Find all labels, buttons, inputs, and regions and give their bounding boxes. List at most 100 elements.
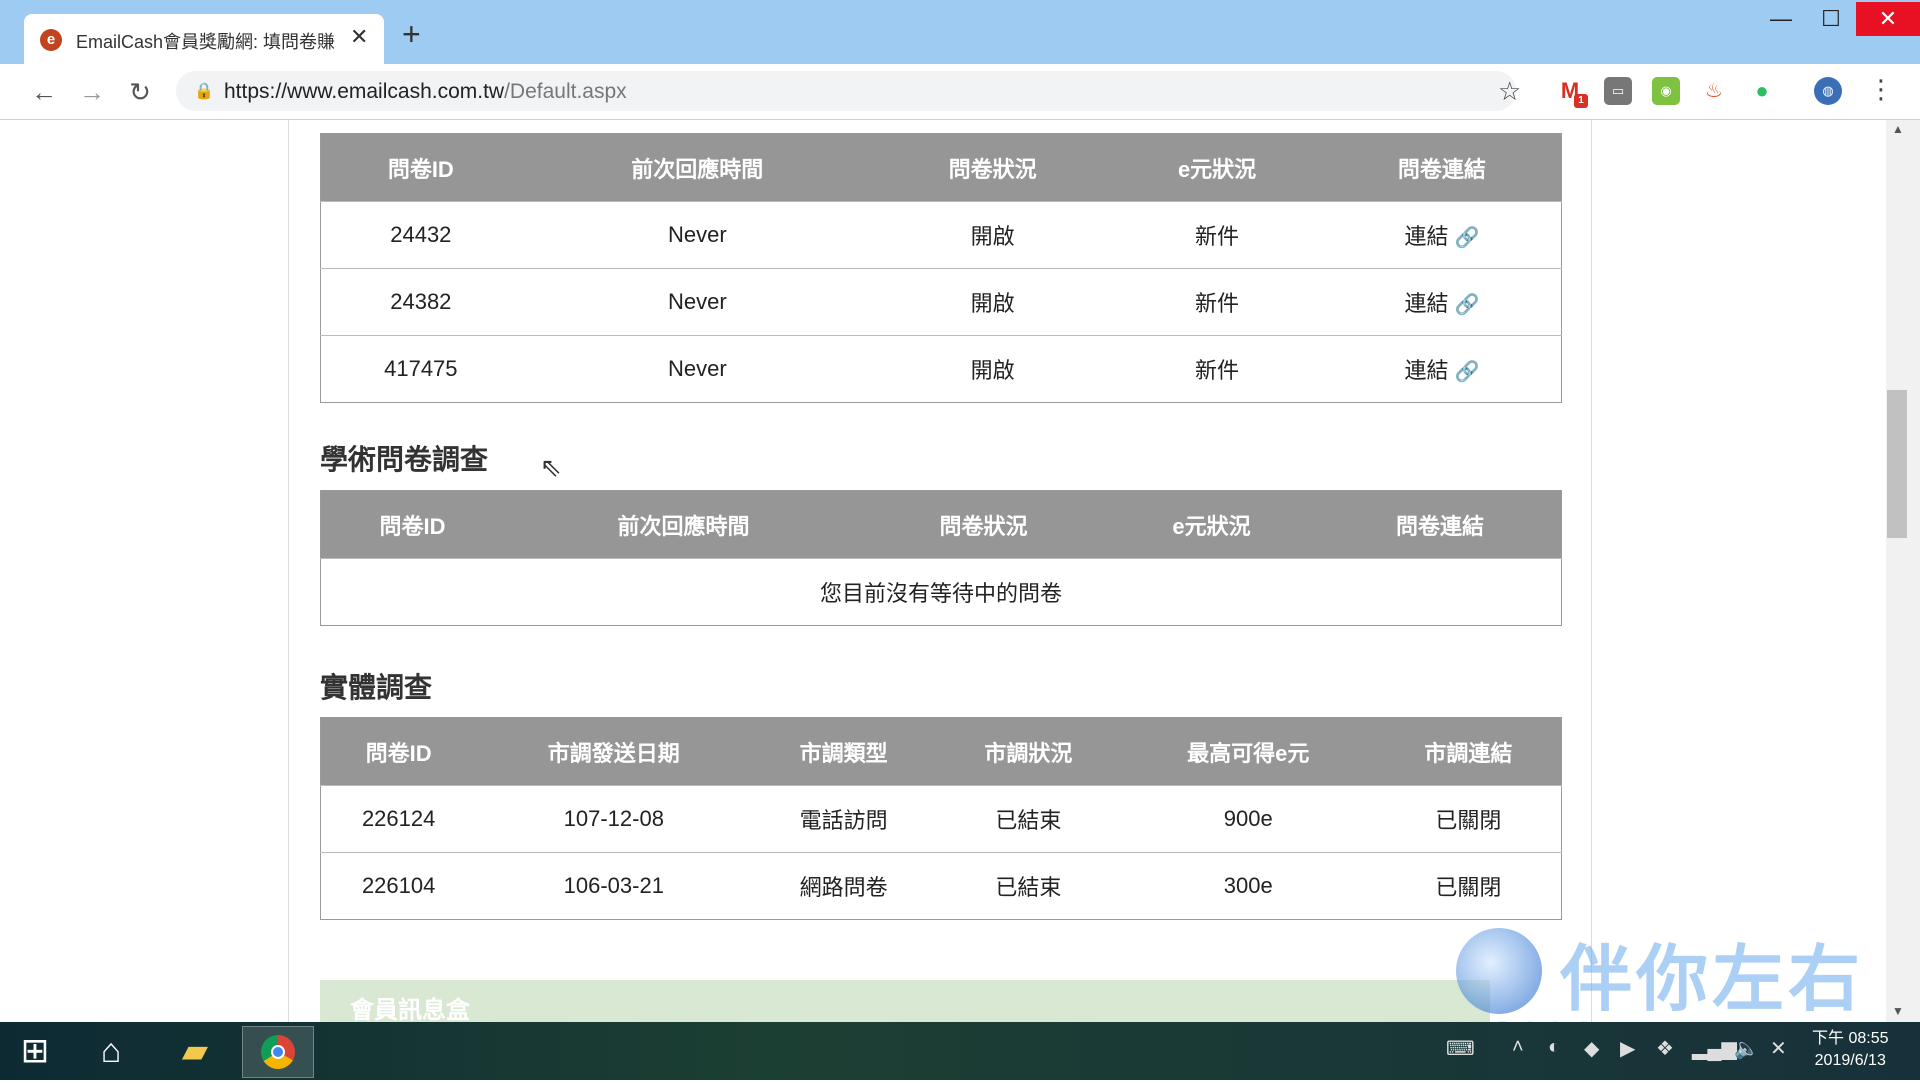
scrollbar-thumb[interactable] <box>1887 390 1907 538</box>
survey-table: 問卷ID 前次回應時間 問卷狀況 e元狀況 問卷連結 24432 Never 開… <box>320 133 1562 403</box>
last-response: Never <box>520 201 874 269</box>
scroll-up-icon[interactable]: ▲ <box>1892 122 1904 136</box>
survey-link-cell[interactable]: 連結 🔗 <box>1322 268 1562 336</box>
survey-status: 已結束 <box>936 785 1121 853</box>
profile-avatar-icon[interactable]: ◍ <box>1814 77 1842 105</box>
link-icon[interactable]: 🔗 <box>1454 292 1479 317</box>
content-border-left <box>288 120 289 1022</box>
url-text[interactable]: https://www.emailcash.com.tw/Default.asp… <box>224 80 627 104</box>
survey-type: 電話訪問 <box>751 785 937 853</box>
browser-toolbar: ← → ↻ 🔒 https://www.emailcash.com.tw/Def… <box>0 64 1920 120</box>
active-tab[interactable]: e EmailCash會員獎勵網: 填問卷賺 ✕ <box>24 14 384 64</box>
link-icon[interactable]: 🔗 <box>1454 225 1479 250</box>
col-header: 問卷連結 <box>1319 490 1562 559</box>
max-ecash: 300e <box>1120 852 1376 920</box>
file-explorer-icon[interactable]: ▰ <box>160 1026 230 1076</box>
col-header: 問卷連結 <box>1322 133 1562 202</box>
survey-status: 開啟 <box>873 268 1112 336</box>
start-windows-icon[interactable]: ⊞ <box>0 1026 70 1076</box>
gmail-badge: 1 <box>1574 94 1588 108</box>
ecash-status: 新件 <box>1111 201 1323 269</box>
ecash-status: 新件 <box>1111 335 1323 403</box>
survey-link-cell[interactable]: 連結 🔗 <box>1322 335 1562 403</box>
col-header: 最高可得e元 <box>1120 717 1376 786</box>
col-header: 問卷ID <box>320 490 505 559</box>
keyboard-icon[interactable]: ⌨ <box>1446 1036 1475 1061</box>
col-header: 前次回應時間 <box>520 133 874 202</box>
col-header: 問卷ID <box>320 717 477 786</box>
survey-id: 226104 <box>320 852 477 920</box>
survey-id: 24382 <box>320 268 521 336</box>
close-window-button[interactable]: ✕ <box>1856 2 1920 36</box>
media-tray-icon[interactable]: ▶ <box>1620 1036 1635 1061</box>
clock-date: 2019/6/13 <box>1814 1052 1886 1069</box>
tab-close-icon[interactable]: ✕ <box>350 24 368 50</box>
academic-survey-table: 問卷ID 前次回應時間 問卷狀況 e元狀況 問卷連結 您目前沒有等待中的問卷 <box>320 490 1562 626</box>
fire-extension-icon[interactable]: ♨ <box>1700 77 1728 105</box>
survey-link-cell[interactable]: 連結 🔗 <box>1322 201 1562 269</box>
table-row: 24382 Never 開啟 新件 連結 🔗 <box>320 268 1562 336</box>
table-header-row: 問卷ID 前次回應時間 問卷狀況 e元狀況 問卷連結 <box>320 133 1562 202</box>
survey-link-status: 已關閉 <box>1375 785 1562 853</box>
col-header: 市調連結 <box>1375 717 1562 786</box>
network-tray-icon[interactable]: ◆ <box>1584 1036 1599 1061</box>
empty-message: 您目前沒有等待中的問卷 <box>320 558 1562 626</box>
chat-extension-icon[interactable]: ▭ <box>1604 77 1632 105</box>
tray-arrow-icon[interactable]: ˄ <box>1512 1036 1524 1059</box>
max-ecash: 900e <box>1120 785 1376 853</box>
volume-icon[interactable]: 🔈 <box>1734 1036 1759 1061</box>
physical-survey-table: 問卷ID 市調發送日期 市調類型 市調狀況 最高可得e元 市調連結 226124… <box>320 717 1562 920</box>
dropbox-tray-icon[interactable]: ❖ <box>1656 1036 1674 1061</box>
lock-icon: 🔒 <box>194 83 214 100</box>
evernote-extension-icon[interactable]: ● <box>1748 77 1776 105</box>
table-row: 417475 Never 開啟 新件 連結 🔗 <box>320 335 1562 403</box>
table-row: 226124 107-12-08 電話訪問 已結束 900e 已關閉 <box>320 785 1562 853</box>
page-scrollbar[interactable] <box>1886 120 1920 1022</box>
clock-time: 下午 08:55 <box>1812 1030 1889 1047</box>
browser-menu-icon[interactable]: ⋮ <box>1868 74 1894 105</box>
frog-extension-icon[interactable]: ◉ <box>1652 77 1680 105</box>
message-box-title: 會員訊息盒 <box>350 997 470 1022</box>
app-tray-icon[interactable]: ◐ <box>1548 1036 1560 1059</box>
ime-icon[interactable]: ✕ <box>1770 1036 1787 1061</box>
forward-arrow-icon[interactable]: → <box>74 74 110 110</box>
address-bar[interactable]: 🔒 https://www.emailcash.com.tw/Default.a… <box>176 71 1521 111</box>
send-date: 106-03-21 <box>476 852 752 920</box>
col-header: 問卷ID <box>320 133 521 202</box>
chrome-taskbar-icon[interactable] <box>242 1026 314 1078</box>
minimize-button[interactable]: — <box>1756 2 1806 36</box>
ecash-status: 新件 <box>1111 268 1323 336</box>
scroll-down-icon[interactable]: ▼ <box>1892 1004 1904 1018</box>
signal-icon[interactable]: ▂▄▆ <box>1692 1036 1737 1061</box>
bookmark-star-icon[interactable]: ☆ <box>1498 76 1521 107</box>
new-tab-button[interactable]: + <box>402 18 421 50</box>
table-row: 您目前沒有等待中的問卷 <box>320 558 1562 626</box>
col-header: 市調發送日期 <box>476 717 752 786</box>
survey-link[interactable]: 連結 <box>1404 291 1448 316</box>
table-row: 24432 Never 開啟 新件 連結 🔗 <box>320 201 1562 269</box>
member-message-box: 會員訊息盒 <box>320 980 1490 1022</box>
survey-link[interactable]: 連結 <box>1404 224 1448 249</box>
home-icon[interactable]: ⌂ <box>76 1026 146 1076</box>
survey-link-status: 已關閉 <box>1375 852 1562 920</box>
col-header: e元狀況 <box>1111 133 1323 202</box>
survey-status: 已結束 <box>936 852 1121 920</box>
table-row: 226104 106-03-21 網路問卷 已結束 300e 已關閉 <box>320 852 1562 920</box>
survey-id: 24432 <box>320 201 521 269</box>
chrome-icon <box>261 1035 295 1069</box>
last-response: Never <box>520 335 874 403</box>
back-arrow-icon[interactable]: ← <box>26 74 62 110</box>
link-icon[interactable]: 🔗 <box>1454 359 1479 384</box>
col-header: 市調狀況 <box>936 717 1121 786</box>
reload-icon[interactable]: ↻ <box>122 74 158 110</box>
table-header-row: 問卷ID 前次回應時間 問卷狀況 e元狀況 問卷連結 <box>320 490 1562 559</box>
browser-titlebar: e EmailCash會員獎勵網: 填問卷賺 ✕ + — ☐ ✕ <box>0 0 1920 64</box>
col-header: 前次回應時間 <box>504 490 863 559</box>
send-date: 107-12-08 <box>476 785 752 853</box>
survey-link[interactable]: 連結 <box>1404 358 1448 383</box>
table-header-row: 問卷ID 市調發送日期 市調類型 市調狀況 最高可得e元 市調連結 <box>320 717 1562 786</box>
page-content: 問卷ID 前次回應時間 問卷狀況 e元狀況 問卷連結 24432 Never 開… <box>0 120 1920 1022</box>
physical-survey-title: 實體調查 <box>320 672 433 703</box>
system-clock[interactable]: 下午 08:55 2019/6/13 <box>1812 1028 1889 1072</box>
maximize-button[interactable]: ☐ <box>1806 2 1856 36</box>
